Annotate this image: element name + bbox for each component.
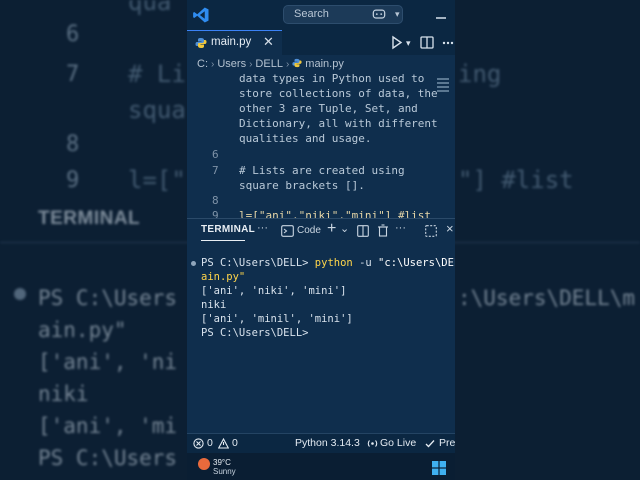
breadcrumb: C: › Users › DELL › main.py <box>197 58 344 70</box>
terminal-line: ['ani', 'niki', 'mini'] <box>201 285 347 297</box>
code-line: square brackets []. <box>239 179 365 192</box>
chevron-right-icon: › <box>211 59 215 70</box>
trash-icon[interactable] <box>377 224 389 237</box>
editor-tabs: main.py ✕ ▾ <box>187 30 455 55</box>
chevron-right-icon: › <box>249 59 253 70</box>
line-number: 6 <box>212 148 219 161</box>
bg-code: l=[" <box>128 166 186 194</box>
bg-line-number: 9 <box>66 168 80 193</box>
weather-description[interactable]: Sunny <box>213 467 236 476</box>
new-terminal-button[interactable]: + <box>327 220 336 238</box>
code-line: other 3 are Tuple, Set, and <box>239 102 418 115</box>
prettier-button[interactable]: Pre <box>439 437 455 449</box>
terminal-line: niki <box>201 299 227 311</box>
title-bar: Search ▾ <box>187 0 455 30</box>
python-version[interactable]: Python 3.14.3 <box>295 437 360 449</box>
bg-terminal-line: PS C:\Users <box>38 446 178 470</box>
bg-terminal-tab: TERMINAL <box>38 208 141 229</box>
bg-code: ing <box>458 60 502 88</box>
bg-terminal-line: ['ani', 'ni <box>38 350 178 374</box>
bg-code: qua <box>128 0 172 16</box>
warning-count[interactable]: 0 <box>232 437 238 449</box>
close-panel-icon[interactable]: × <box>446 221 454 236</box>
weather-temperature[interactable]: 39°C <box>213 458 231 467</box>
check-all-icon <box>425 440 435 448</box>
python-file-icon <box>292 58 302 68</box>
terminal-icon <box>281 225 294 237</box>
bg-terminal-line: :\Users\DELL\m <box>458 286 636 310</box>
code-editor[interactable]: data types in Python used to store colle… <box>187 72 455 218</box>
active-tab-indicator <box>201 240 245 241</box>
copilot-icon[interactable] <box>372 8 386 21</box>
more-icon[interactable]: ··· <box>257 222 268 234</box>
code-line: l=["ani","niki","mini"] #list <box>239 209 432 218</box>
bg-code: squa <box>128 96 186 124</box>
panel-header: TERMINAL ··· Code + ⌄ ··· × <box>187 218 455 243</box>
chevron-down-icon[interactable]: ▾ <box>406 38 411 49</box>
tab-main-py[interactable]: main.py ✕ <box>187 30 282 55</box>
bg-terminal-line: ain.py" <box>38 318 127 342</box>
warning-icon[interactable] <box>218 438 229 449</box>
chevron-down-icon[interactable]: ▾ <box>395 9 400 20</box>
weather-icon[interactable] <box>198 458 210 470</box>
search-box[interactable]: Search <box>283 5 403 24</box>
tab-label: main.py <box>211 36 252 48</box>
vscode-window: Search ▾ main.py ✕ ▾ C: › Users › DELL ›… <box>187 0 455 480</box>
search-label: Search <box>294 8 329 20</box>
go-live-button[interactable]: Go Live <box>380 437 416 449</box>
terminal-line: PS C:\Users\DELL> python -u "c:\Users\DE… <box>201 257 455 269</box>
split-terminal-icon[interactable] <box>357 225 369 237</box>
code-line: # Lists are created using <box>239 164 405 177</box>
code-line: qualities and usage. <box>239 132 372 145</box>
run-icon[interactable] <box>389 35 405 50</box>
minimap[interactable] <box>437 78 449 100</box>
bg-line-number: 6 <box>66 22 80 47</box>
line-number: 8 <box>212 194 219 207</box>
error-icon[interactable] <box>193 438 204 449</box>
taskbar: 39°C Sunny <box>187 453 455 480</box>
code-line: data types in Python used to <box>239 72 425 85</box>
bg-terminal-line: PS C:\Users <box>38 286 178 310</box>
vscode-logo-icon[interactable] <box>192 6 210 24</box>
terminal-output[interactable]: PS C:\Users\DELL> python -u "c:\Users\DE… <box>187 243 455 433</box>
chevron-down-icon[interactable]: ⌄ <box>340 222 349 235</box>
split-editor-icon[interactable] <box>419 35 435 50</box>
line-number: 7 <box>212 164 219 177</box>
terminal-type-label[interactable]: Code <box>297 225 321 236</box>
bg-code: "] #list <box>458 166 574 194</box>
tab-terminal[interactable]: TERMINAL <box>201 224 255 235</box>
command-decoration-icon <box>191 261 196 266</box>
breadcrumb-item[interactable]: Users <box>217 58 246 70</box>
bg-line-number: 8 <box>66 132 80 157</box>
bg-terminal-line: niki <box>38 382 89 406</box>
close-tab-icon[interactable]: ✕ <box>263 34 274 50</box>
bg-code: # Li <box>128 60 186 88</box>
terminal-line: ain.py" <box>201 271 246 283</box>
code-line: Dictionary, all with different <box>239 117 438 130</box>
terminal-line: ['ani', 'minil', 'mini'] <box>201 313 353 325</box>
status-bar: 0 0 Python 3.14.3 Go Live Pre <box>187 433 455 454</box>
error-count[interactable]: 0 <box>207 437 213 449</box>
bg-dot <box>14 288 26 300</box>
python-file-icon <box>195 38 207 48</box>
broadcast-icon <box>367 440 378 447</box>
breadcrumb-item[interactable]: main.py <box>305 58 344 70</box>
chevron-right-icon: › <box>285 59 290 70</box>
terminal-line: PS C:\Users\DELL> <box>201 327 309 339</box>
bg-line-number: 7 <box>66 62 80 87</box>
bg-terminal-line: ['ani', 'mi <box>38 414 178 438</box>
windows-start-icon[interactable] <box>432 461 446 475</box>
breadcrumb-item[interactable]: DELL <box>255 58 283 70</box>
more-icon[interactable] <box>440 35 455 50</box>
more-icon[interactable]: ··· <box>395 222 406 234</box>
line-number: 9 <box>212 209 219 218</box>
code-line: store collections of data, the <box>239 87 438 100</box>
maximize-panel-icon[interactable] <box>425 225 437 237</box>
minimize-icon[interactable] <box>433 6 449 22</box>
breadcrumb-item[interactable]: C: <box>197 58 208 70</box>
